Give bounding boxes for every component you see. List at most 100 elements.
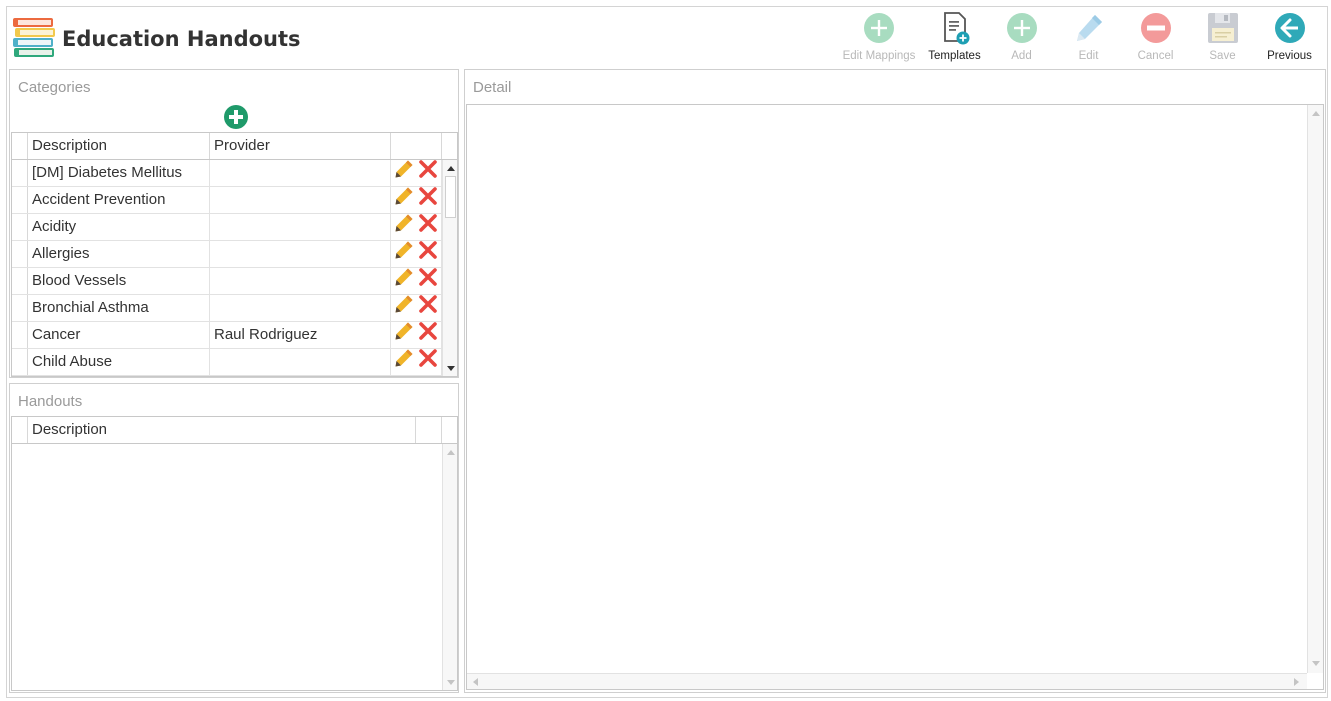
- delete-row-button[interactable]: [417, 241, 439, 267]
- cell-actions: [391, 295, 442, 321]
- scroll-down-icon: [446, 680, 455, 685]
- edit-row-button[interactable]: [393, 214, 415, 240]
- row-selector[interactable]: [12, 268, 28, 294]
- column-header-provider[interactable]: Provider: [210, 133, 391, 159]
- delete-row-button[interactable]: [417, 187, 439, 211]
- detail-horizontal-scrollbar[interactable]: [467, 673, 1307, 689]
- scroll-down-button[interactable]: [443, 361, 457, 376]
- cell-provider: [210, 241, 391, 267]
- add-button[interactable]: Add: [988, 9, 1055, 67]
- plus-circle-icon: [862, 11, 896, 45]
- delete-row-button[interactable]: [417, 160, 439, 186]
- row-selector[interactable]: [12, 349, 28, 375]
- table-row[interactable]: Cancer Raul Rodriguez: [12, 322, 442, 349]
- delete-row-button[interactable]: [417, 268, 439, 292]
- row-selector[interactable]: [12, 187, 28, 213]
- scroll-up-icon: [446, 450, 455, 455]
- templates-button[interactable]: Templates: [921, 9, 988, 67]
- cancel-button[interactable]: Cancel: [1122, 9, 1189, 67]
- edit-label: Edit: [1078, 50, 1099, 62]
- cell-description: Cancer: [28, 322, 210, 348]
- detail-vertical-scrollbar[interactable]: [1307, 105, 1323, 673]
- row-selector[interactable]: [12, 160, 28, 186]
- cell-provider: [210, 349, 391, 375]
- handouts-grid: Description: [11, 416, 458, 691]
- cell-actions: [391, 268, 442, 294]
- edit-row-button[interactable]: [393, 187, 415, 211]
- pencil-icon: [394, 322, 414, 348]
- cell-description: [DM] Diabetes Mellitus: [28, 160, 210, 186]
- edit-row-button[interactable]: [393, 322, 415, 348]
- table-row[interactable]: Allergies: [12, 241, 442, 268]
- edit-row-button[interactable]: [393, 160, 415, 184]
- pencil-icon: [394, 241, 414, 267]
- pencil-icon: [1072, 11, 1106, 45]
- app-window: Education Handouts Edit Mappings Templat…: [6, 6, 1328, 698]
- column-header-description[interactable]: Description: [28, 417, 416, 443]
- row-selector[interactable]: [12, 295, 28, 321]
- arrow-left-circle-icon: [1273, 11, 1307, 45]
- table-row[interactable]: [DM] Diabetes Mellitus: [12, 160, 442, 187]
- delete-row-button[interactable]: [417, 295, 439, 319]
- cell-actions: [391, 187, 442, 213]
- pencil-icon: [394, 214, 414, 240]
- handouts-grid-header: Description: [12, 417, 457, 444]
- cell-description: Child Abuse: [28, 349, 210, 375]
- pencil-icon: [394, 295, 414, 321]
- pencil-icon: [394, 349, 414, 375]
- cell-actions: [391, 160, 442, 186]
- scroll-up-icon: [446, 166, 455, 171]
- scroll-right-button[interactable]: [1289, 674, 1304, 689]
- categories-grid-header: Description Provider: [12, 133, 457, 160]
- save-button[interactable]: Save: [1189, 9, 1256, 67]
- table-row[interactable]: Blood Vessels: [12, 268, 442, 295]
- scroll-down-button[interactable]: [443, 675, 457, 690]
- table-row[interactable]: Bronchial Asthma: [12, 295, 442, 322]
- cell-actions: [391, 322, 442, 348]
- scroll-up-button[interactable]: [443, 161, 457, 176]
- edit-mappings-button[interactable]: Edit Mappings: [837, 9, 921, 67]
- delete-row-button[interactable]: [417, 349, 439, 373]
- cell-actions: [391, 214, 442, 240]
- handouts-scrollbar[interactable]: [442, 444, 457, 690]
- cell-provider: [210, 214, 391, 240]
- scroll-down-button[interactable]: [1308, 656, 1323, 671]
- column-header-description[interactable]: Description: [28, 133, 210, 159]
- categories-scrollbar[interactable]: [442, 160, 457, 376]
- delete-x-icon: [418, 160, 438, 186]
- edit-row-button[interactable]: [393, 268, 415, 292]
- edit-button[interactable]: Edit: [1055, 9, 1122, 67]
- scroll-thumb[interactable]: [445, 176, 456, 218]
- table-row[interactable]: Accident Prevention: [12, 187, 442, 214]
- cell-provider: [210, 187, 391, 213]
- row-selector[interactable]: [12, 322, 28, 348]
- cell-description: Accident Prevention: [28, 187, 210, 213]
- page-title: Education Handouts: [62, 27, 301, 51]
- previous-button[interactable]: Previous: [1256, 9, 1323, 67]
- table-row[interactable]: Child Abuse: [12, 349, 442, 376]
- table-row[interactable]: Acidity: [12, 214, 442, 241]
- scroll-down-icon: [1311, 661, 1320, 666]
- delete-x-icon: [418, 214, 438, 240]
- delete-row-button[interactable]: [417, 322, 439, 348]
- add-category-button[interactable]: [224, 105, 248, 129]
- cell-provider: Raul Rodriguez: [210, 322, 391, 348]
- categories-grid: Description Provider [DM] Diabetes Melli…: [11, 132, 458, 377]
- edit-row-button[interactable]: [393, 349, 415, 375]
- delete-x-icon: [418, 322, 438, 348]
- detail-content-area[interactable]: [466, 104, 1324, 690]
- scroll-up-button[interactable]: [1308, 106, 1323, 121]
- cell-provider: [210, 268, 391, 294]
- delete-x-icon: [418, 241, 438, 267]
- edit-mappings-label: Edit Mappings: [842, 50, 916, 62]
- scroll-left-button[interactable]: [468, 674, 483, 689]
- add-label: Add: [1011, 50, 1032, 62]
- categories-panel: Categories Description Provider [DM] Dia…: [9, 69, 459, 378]
- scroll-right-icon: [1294, 677, 1299, 686]
- row-selector[interactable]: [12, 241, 28, 267]
- edit-row-button[interactable]: [393, 295, 415, 321]
- scroll-up-button[interactable]: [443, 445, 457, 460]
- edit-row-button[interactable]: [393, 241, 415, 267]
- row-selector[interactable]: [12, 214, 28, 240]
- delete-row-button[interactable]: [417, 214, 439, 240]
